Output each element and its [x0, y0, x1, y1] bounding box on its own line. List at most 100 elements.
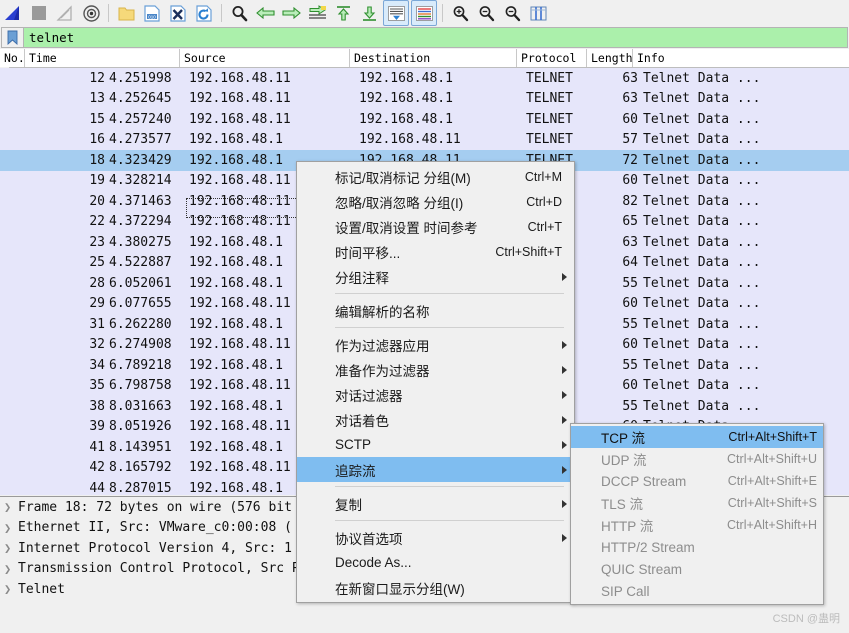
expander-icon[interactable]: ❯: [4, 582, 18, 596]
go-to-first-icon[interactable]: [331, 1, 355, 25]
packet-no: 12: [89, 70, 105, 86]
packet-info: Telnet Data ...: [643, 173, 761, 189]
submenu-item[interactable]: DCCP Stream Ctrl+Alt+Shift+E: [571, 470, 823, 492]
context-menu-item[interactable]: SCTP: [297, 432, 574, 457]
packet-length: 72: [622, 152, 638, 168]
menu-item-label: 追踪流: [335, 463, 376, 479]
submenu-item-shortcut: Ctrl+Alt+Shift+U: [727, 452, 817, 466]
capture-options-icon[interactable]: [79, 1, 103, 25]
context-menu-item[interactable]: 标记/取消标记 分组(M) Ctrl+M: [297, 164, 574, 189]
context-menu-item[interactable]: 时间平移... Ctrl+Shift+T: [297, 239, 574, 264]
submenu-item[interactable]: UDP 流 Ctrl+Alt+Shift+U: [571, 448, 823, 470]
packet-destination: 192.168.48.1: [359, 91, 453, 107]
save-file-icon[interactable]: 010: [140, 1, 164, 25]
context-menu-item[interactable]: 在新窗口显示分组(W): [297, 575, 574, 600]
packet-context-menu[interactable]: 标记/取消标记 分组(M) Ctrl+M 忽略/取消忽略 分组(I) Ctrl+D 设置…: [296, 161, 575, 603]
column-header-destination[interactable]: Destination: [350, 49, 517, 67]
context-menu-item[interactable]: 编辑解析的名称: [297, 298, 574, 323]
menu-item-label: 复制: [335, 497, 362, 513]
packet-length: 55: [622, 357, 638, 373]
submenu-item[interactable]: HTTP 流 Ctrl+Alt+Shift+H: [571, 514, 823, 536]
column-header-no[interactable]: No.: [0, 49, 25, 67]
menu-item-shortcut: Ctrl+T: [527, 219, 562, 234]
packet-no: 34: [89, 357, 105, 373]
table-row[interactable]: 16 4.273577 192.168.48.1 192.168.48.11 TELNE…: [0, 129, 849, 150]
submenu-item-shortcut: Ctrl+Alt+Shift+S: [727, 496, 817, 510]
submenu-item[interactable]: TCP 流 Ctrl+Alt+Shift+T: [571, 426, 823, 448]
display-filter-input[interactable]: telnet: [23, 27, 848, 48]
expander-icon[interactable]: ❯: [4, 500, 18, 514]
go-to-last-icon[interactable]: [357, 1, 381, 25]
column-header-protocol[interactable]: Protocol: [517, 49, 587, 67]
expander-icon[interactable]: ❯: [4, 562, 18, 576]
packet-source: 192.168.48.11: [189, 111, 291, 127]
column-header-length[interactable]: Length: [587, 49, 633, 67]
context-menu-item[interactable]: 对话着色: [297, 407, 574, 432]
context-menu-item[interactable]: 设置/取消设置 时间参考 Ctrl+T: [297, 214, 574, 239]
expander-icon[interactable]: ❯: [4, 541, 18, 555]
expander-icon[interactable]: ❯: [4, 521, 18, 535]
submenu-item[interactable]: TLS 流 Ctrl+Alt+Shift+S: [571, 492, 823, 514]
table-row[interactable]: 13 4.252645 192.168.48.11 192.168.48.1 TELNE…: [0, 88, 849, 109]
resize-columns-icon[interactable]: [526, 1, 550, 25]
context-menu-item[interactable]: 对话过滤器: [297, 382, 574, 407]
packet-no: 39: [89, 419, 105, 435]
packet-info: Telnet Data ...: [643, 152, 761, 168]
context-menu-item[interactable]: 忽略/取消忽略 分组(I) Ctrl+D: [297, 189, 574, 214]
packet-info: Telnet Data ...: [643, 275, 761, 291]
submenu-item[interactable]: HTTP/2 Stream: [571, 536, 823, 558]
go-back-icon[interactable]: [253, 1, 277, 25]
auto-scroll-icon[interactable]: [383, 0, 409, 26]
packet-info: Telnet Data ...: [643, 357, 761, 373]
table-row[interactable]: 15 4.257240 192.168.48.11 192.168.48.1 TELNE…: [0, 109, 849, 130]
column-header-info[interactable]: Info: [633, 49, 843, 67]
context-menu-item[interactable]: 作为过滤器应用: [297, 332, 574, 357]
open-file-icon[interactable]: [114, 1, 138, 25]
zoom-out-icon[interactable]: [474, 1, 498, 25]
restart-capture-icon[interactable]: [53, 1, 77, 25]
packet-info: Telnet Data ...: [643, 132, 761, 148]
start-capture-icon[interactable]: [1, 1, 25, 25]
submenu-item-label: UDP 流: [601, 453, 647, 468]
packet-length: 55: [622, 398, 638, 414]
submenu-item-label: TCP 流: [601, 431, 646, 446]
packet-length: 55: [622, 316, 638, 332]
column-header-source[interactable]: Source: [180, 49, 350, 67]
reload-file-icon[interactable]: [192, 1, 216, 25]
find-packet-icon[interactable]: [227, 1, 251, 25]
colorize-icon[interactable]: [411, 0, 437, 26]
packet-no: 32: [89, 337, 105, 353]
submenu-arrow-icon: [562, 415, 567, 424]
submenu-item[interactable]: QUIC Stream: [571, 558, 823, 580]
context-menu-item[interactable]: 准备作为过滤器: [297, 357, 574, 382]
packet-no: 28: [89, 275, 105, 291]
column-header-time[interactable]: Time: [25, 49, 180, 67]
context-menu-item[interactable]: 分组注释: [297, 264, 574, 289]
follow-stream-submenu[interactable]: TCP 流 Ctrl+Alt+Shift+T UDP 流 Ctrl+Alt+Shift…: [570, 423, 824, 605]
packet-info: Telnet Data ...: [643, 111, 761, 127]
context-menu-item[interactable]: 协议首选项: [297, 525, 574, 550]
packet-length: 60: [622, 378, 638, 394]
menu-item-label: 作为过滤器应用: [335, 338, 430, 354]
packet-no: 19: [89, 173, 105, 189]
menu-item-shortcut: Ctrl+M: [524, 169, 562, 184]
context-menu-item[interactable]: 追踪流: [297, 457, 574, 482]
go-forward-icon[interactable]: [279, 1, 303, 25]
context-menu-item[interactable]: Decode As...: [297, 550, 574, 575]
packet-time: 4.372294: [109, 214, 172, 230]
close-file-icon[interactable]: [166, 1, 190, 25]
zoom-reset-icon[interactable]: [500, 1, 524, 25]
stop-capture-icon[interactable]: [27, 1, 51, 25]
context-menu-item[interactable]: 复制: [297, 491, 574, 516]
submenu-item-shortcut: Ctrl+Alt+Shift+H: [727, 518, 817, 532]
submenu-item[interactable]: SIP Call: [571, 580, 823, 602]
table-row[interactable]: 12 4.251998 192.168.48.11 192.168.48.1 TELNE…: [0, 68, 849, 89]
packet-time: 4.371463: [109, 193, 172, 209]
bookmark-icon[interactable]: [1, 27, 23, 48]
zoom-in-icon[interactable]: [448, 1, 472, 25]
display-filter-bar: telnet: [0, 26, 849, 49]
go-to-packet-icon[interactable]: [305, 1, 329, 25]
packet-no: 38: [89, 398, 105, 414]
packet-info: Telnet Data ...: [643, 193, 761, 209]
packet-no: 18: [89, 152, 105, 168]
